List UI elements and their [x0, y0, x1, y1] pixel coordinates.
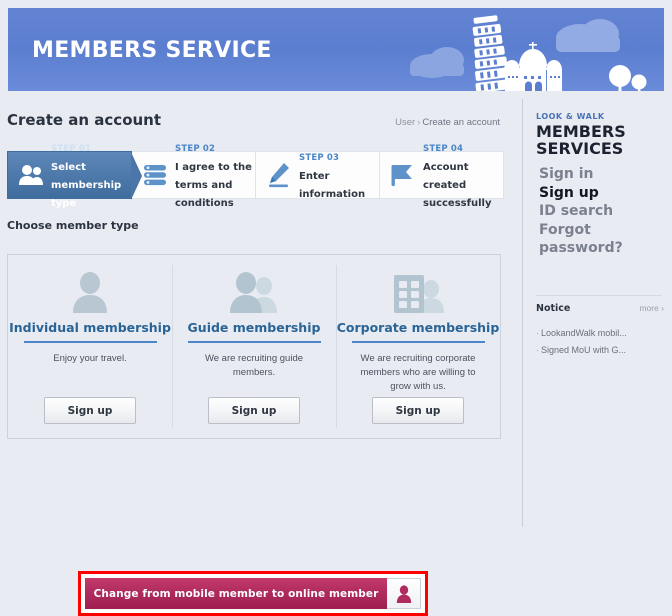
step-1-label: Select membership type — [51, 161, 122, 210]
sidebar-item-id-search[interactable]: ID search — [539, 202, 669, 221]
flag-icon — [389, 160, 417, 190]
notice-item-text: LookandWalk mobil... — [541, 328, 627, 338]
sidebar-notice-list: · LookandWalk mobil... · Signed MoU with G… — [536, 325, 668, 358]
sidebar-title: MEMBERS SERVICES — [536, 122, 626, 159]
signup-button-guide[interactable]: Sign up — [208, 397, 300, 424]
card-individual-title: Individual membership — [9, 320, 171, 335]
sidebar-notice-header: Notice more › — [536, 303, 664, 314]
step-1[interactable]: STEP 01 Select membership type — [7, 144, 142, 209]
card-individual-rule — [23, 341, 157, 343]
sidebar-eyebrow: LOOK & WALK — [536, 112, 605, 121]
step-2[interactable]: STEP 02 I agree to the terms and conditi… — [132, 144, 256, 209]
right-sidebar: LOOK & WALK MEMBERS SERVICES Sign in Sig… — [522, 99, 672, 527]
sidebar-notice-more-link[interactable]: more › — [639, 303, 664, 313]
card-guide-title: Guide membership — [187, 320, 321, 335]
cloud-icon — [556, 19, 620, 52]
card-corporate-title: Corporate membership — [336, 320, 500, 335]
building-person-icon — [389, 269, 447, 313]
header-title: MEMBERS SERVICE — [32, 38, 272, 63]
card-corporate-desc: We are recruiting corporate members who … — [360, 353, 476, 392]
cta-group: Change from mobile member to online memb… — [85, 578, 421, 609]
breadcrumb-root[interactable]: User — [395, 117, 415, 128]
step-2-label: I agree to the terms and conditions — [175, 161, 252, 210]
main-content: Create an account User › Create an account… — [0, 99, 521, 616]
sidebar-item-sign-in[interactable]: Sign in — [539, 165, 669, 184]
signup-button-corporate[interactable]: Sign up — [372, 397, 464, 424]
step-indicator: STEP 01 Select membership type STEP 02 I… — [7, 144, 504, 209]
header-illustration — [410, 15, 647, 91]
person-badge-icon[interactable] — [387, 578, 421, 609]
two-people-icon — [226, 269, 282, 313]
list-item[interactable]: · LookandWalk mobil... — [536, 325, 668, 342]
card-guide-rule — [187, 341, 321, 343]
notice-item-text: Signed MoU with G... — [541, 344, 627, 355]
domed-church-icon — [504, 42, 562, 91]
step-3[interactable]: STEP 03 Enter information — [256, 151, 380, 201]
cta-highlight-box: Change from mobile member to online memb… — [78, 571, 428, 616]
page-title: Create an account — [7, 111, 162, 129]
step-4-label: Account created successfully — [423, 161, 492, 210]
card-individual-membership[interactable]: Individual membership Enjoy your travel.… — [8, 255, 172, 438]
step-4-number: STEP 04 — [423, 144, 464, 155]
card-guide-desc: We are recruiting guide members. — [204, 353, 304, 378]
member-type-card-group: Individual membership Enjoy your travel.… — [7, 254, 501, 439]
sidebar-item-sign-up[interactable]: Sign up — [539, 184, 669, 203]
choose-member-type-label: Choose member type — [7, 219, 139, 232]
card-individual-desc: Enjoy your travel. — [53, 353, 127, 364]
step-1-number: STEP 01 — [51, 144, 92, 155]
card-corporate-membership[interactable]: Corporate membership We are recruiting c… — [336, 255, 500, 438]
checklist-icon — [141, 160, 169, 190]
step-3-label: Enter information — [299, 170, 366, 201]
list-item[interactable]: · Signed MoU with G... — [536, 342, 668, 359]
single-person-icon — [68, 269, 112, 313]
cloud-icon — [410, 47, 464, 78]
users-icon — [17, 160, 45, 190]
site-header-banner: MEMBERS SERVICE — [8, 8, 664, 91]
sidebar-nav: Sign in Sign up ID search Forgot passwor… — [539, 165, 669, 258]
step-2-number: STEP 02 — [175, 144, 216, 155]
signup-button-individual[interactable]: Sign up — [44, 397, 136, 424]
card-guide-membership[interactable]: Guide membership We are recruiting guide… — [172, 255, 336, 438]
tree-icon — [609, 65, 647, 91]
step-4[interactable]: STEP 04 Account created successfully — [380, 144, 504, 209]
sidebar-divider — [536, 295, 662, 296]
sidebar-notice-title: Notice — [536, 303, 571, 314]
step-3-number: STEP 03 — [299, 153, 340, 164]
breadcrumb-current: Create an account — [422, 117, 500, 128]
card-corporate-rule — [351, 341, 485, 343]
change-mobile-to-online-button[interactable]: Change from mobile member to online memb… — [85, 578, 387, 609]
breadcrumb: User › Create an account — [395, 117, 500, 128]
pencil-icon — [265, 160, 293, 190]
sidebar-item-forgot-password[interactable]: Forgot password? — [539, 221, 669, 258]
page-title-row: Create an account User › Create an account — [0, 111, 512, 137]
